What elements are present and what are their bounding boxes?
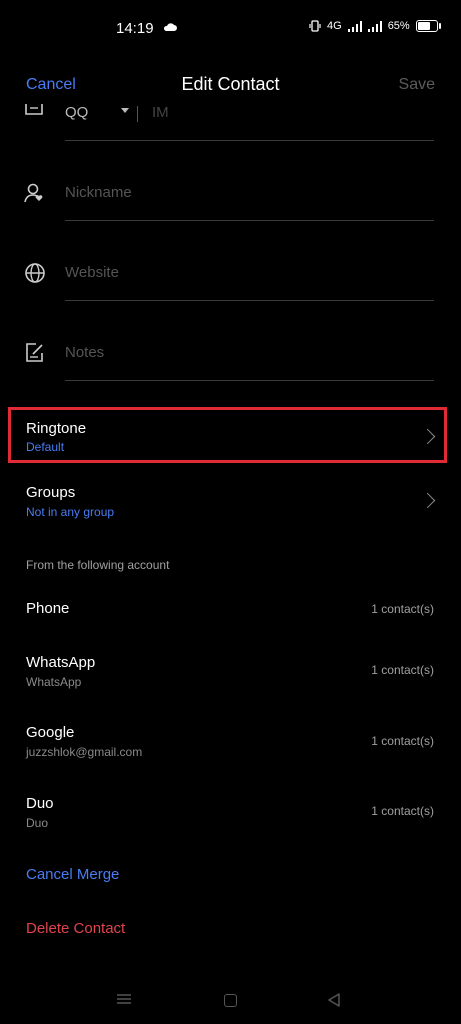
cloud-icon <box>163 23 177 31</box>
im-input[interactable]: IM <box>152 104 169 121</box>
divider <box>65 380 434 381</box>
account-count: 1 contact(s) <box>371 734 434 748</box>
groups-value: Not in any group <box>26 505 115 519</box>
account-name: Google <box>26 724 75 741</box>
network-type: 4G <box>327 20 342 32</box>
signal-icon <box>347 20 362 32</box>
cancel-merge-button[interactable]: Cancel Merge <box>26 866 119 883</box>
chevron-right-icon <box>419 492 436 509</box>
accounts-header: From the following account <box>26 558 170 572</box>
back-icon[interactable] <box>327 993 341 1007</box>
account-count: 1 contact(s) <box>371 602 434 616</box>
battery-icon <box>415 20 441 32</box>
website-input[interactable]: Website <box>65 264 119 281</box>
page-title: Edit Contact <box>181 74 280 94</box>
im-type-select[interactable]: QQ <box>65 104 88 121</box>
groups-row[interactable]: Groups Not in any group <box>0 476 461 528</box>
account-name: Phone <box>26 600 70 617</box>
nickname-input[interactable]: Nickname <box>65 184 132 201</box>
nickname-icon <box>24 183 43 203</box>
battery-percent: 65% <box>387 20 410 32</box>
status-bar: 14:19 4G 65% <box>0 0 461 58</box>
account-sub: juzzshlok@gmail.com <box>26 745 143 759</box>
save-button[interactable]: Save <box>399 76 435 94</box>
globe-icon <box>25 263 45 283</box>
account-count: 1 contact(s) <box>371 804 434 818</box>
divider <box>65 140 434 141</box>
account-row-google: Google juzzshlok@gmail.com 1 contact(s) <box>0 716 461 766</box>
account-name: Duo <box>26 795 54 812</box>
divider <box>65 220 434 221</box>
account-row-duo: Duo Duo 1 contact(s) <box>0 787 461 837</box>
vibrate-icon <box>309 20 321 32</box>
notes-icon <box>26 343 43 362</box>
account-sub: WhatsApp <box>26 675 82 689</box>
status-time: 14:19 <box>116 20 154 37</box>
home-icon[interactable] <box>224 994 237 1007</box>
notes-input[interactable]: Notes <box>65 344 104 361</box>
chevron-down-icon <box>121 108 129 113</box>
divider <box>137 106 138 122</box>
status-icons: 4G 65% <box>309 20 441 32</box>
account-row-phone: Phone 1 contact(s) <box>0 592 461 632</box>
divider <box>65 300 434 301</box>
highlight-box <box>8 407 447 463</box>
signal-icon-2 <box>367 20 382 32</box>
account-row-whatsapp: WhatsApp WhatsApp 1 contact(s) <box>0 646 461 696</box>
account-name: WhatsApp <box>26 654 96 671</box>
chat-icon <box>25 104 43 115</box>
account-sub: Duo <box>26 816 49 830</box>
groups-label: Groups <box>26 484 76 501</box>
account-count: 1 contact(s) <box>371 663 434 677</box>
menu-icon[interactable] <box>117 994 131 1004</box>
delete-contact-button[interactable]: Delete Contact <box>26 920 125 937</box>
